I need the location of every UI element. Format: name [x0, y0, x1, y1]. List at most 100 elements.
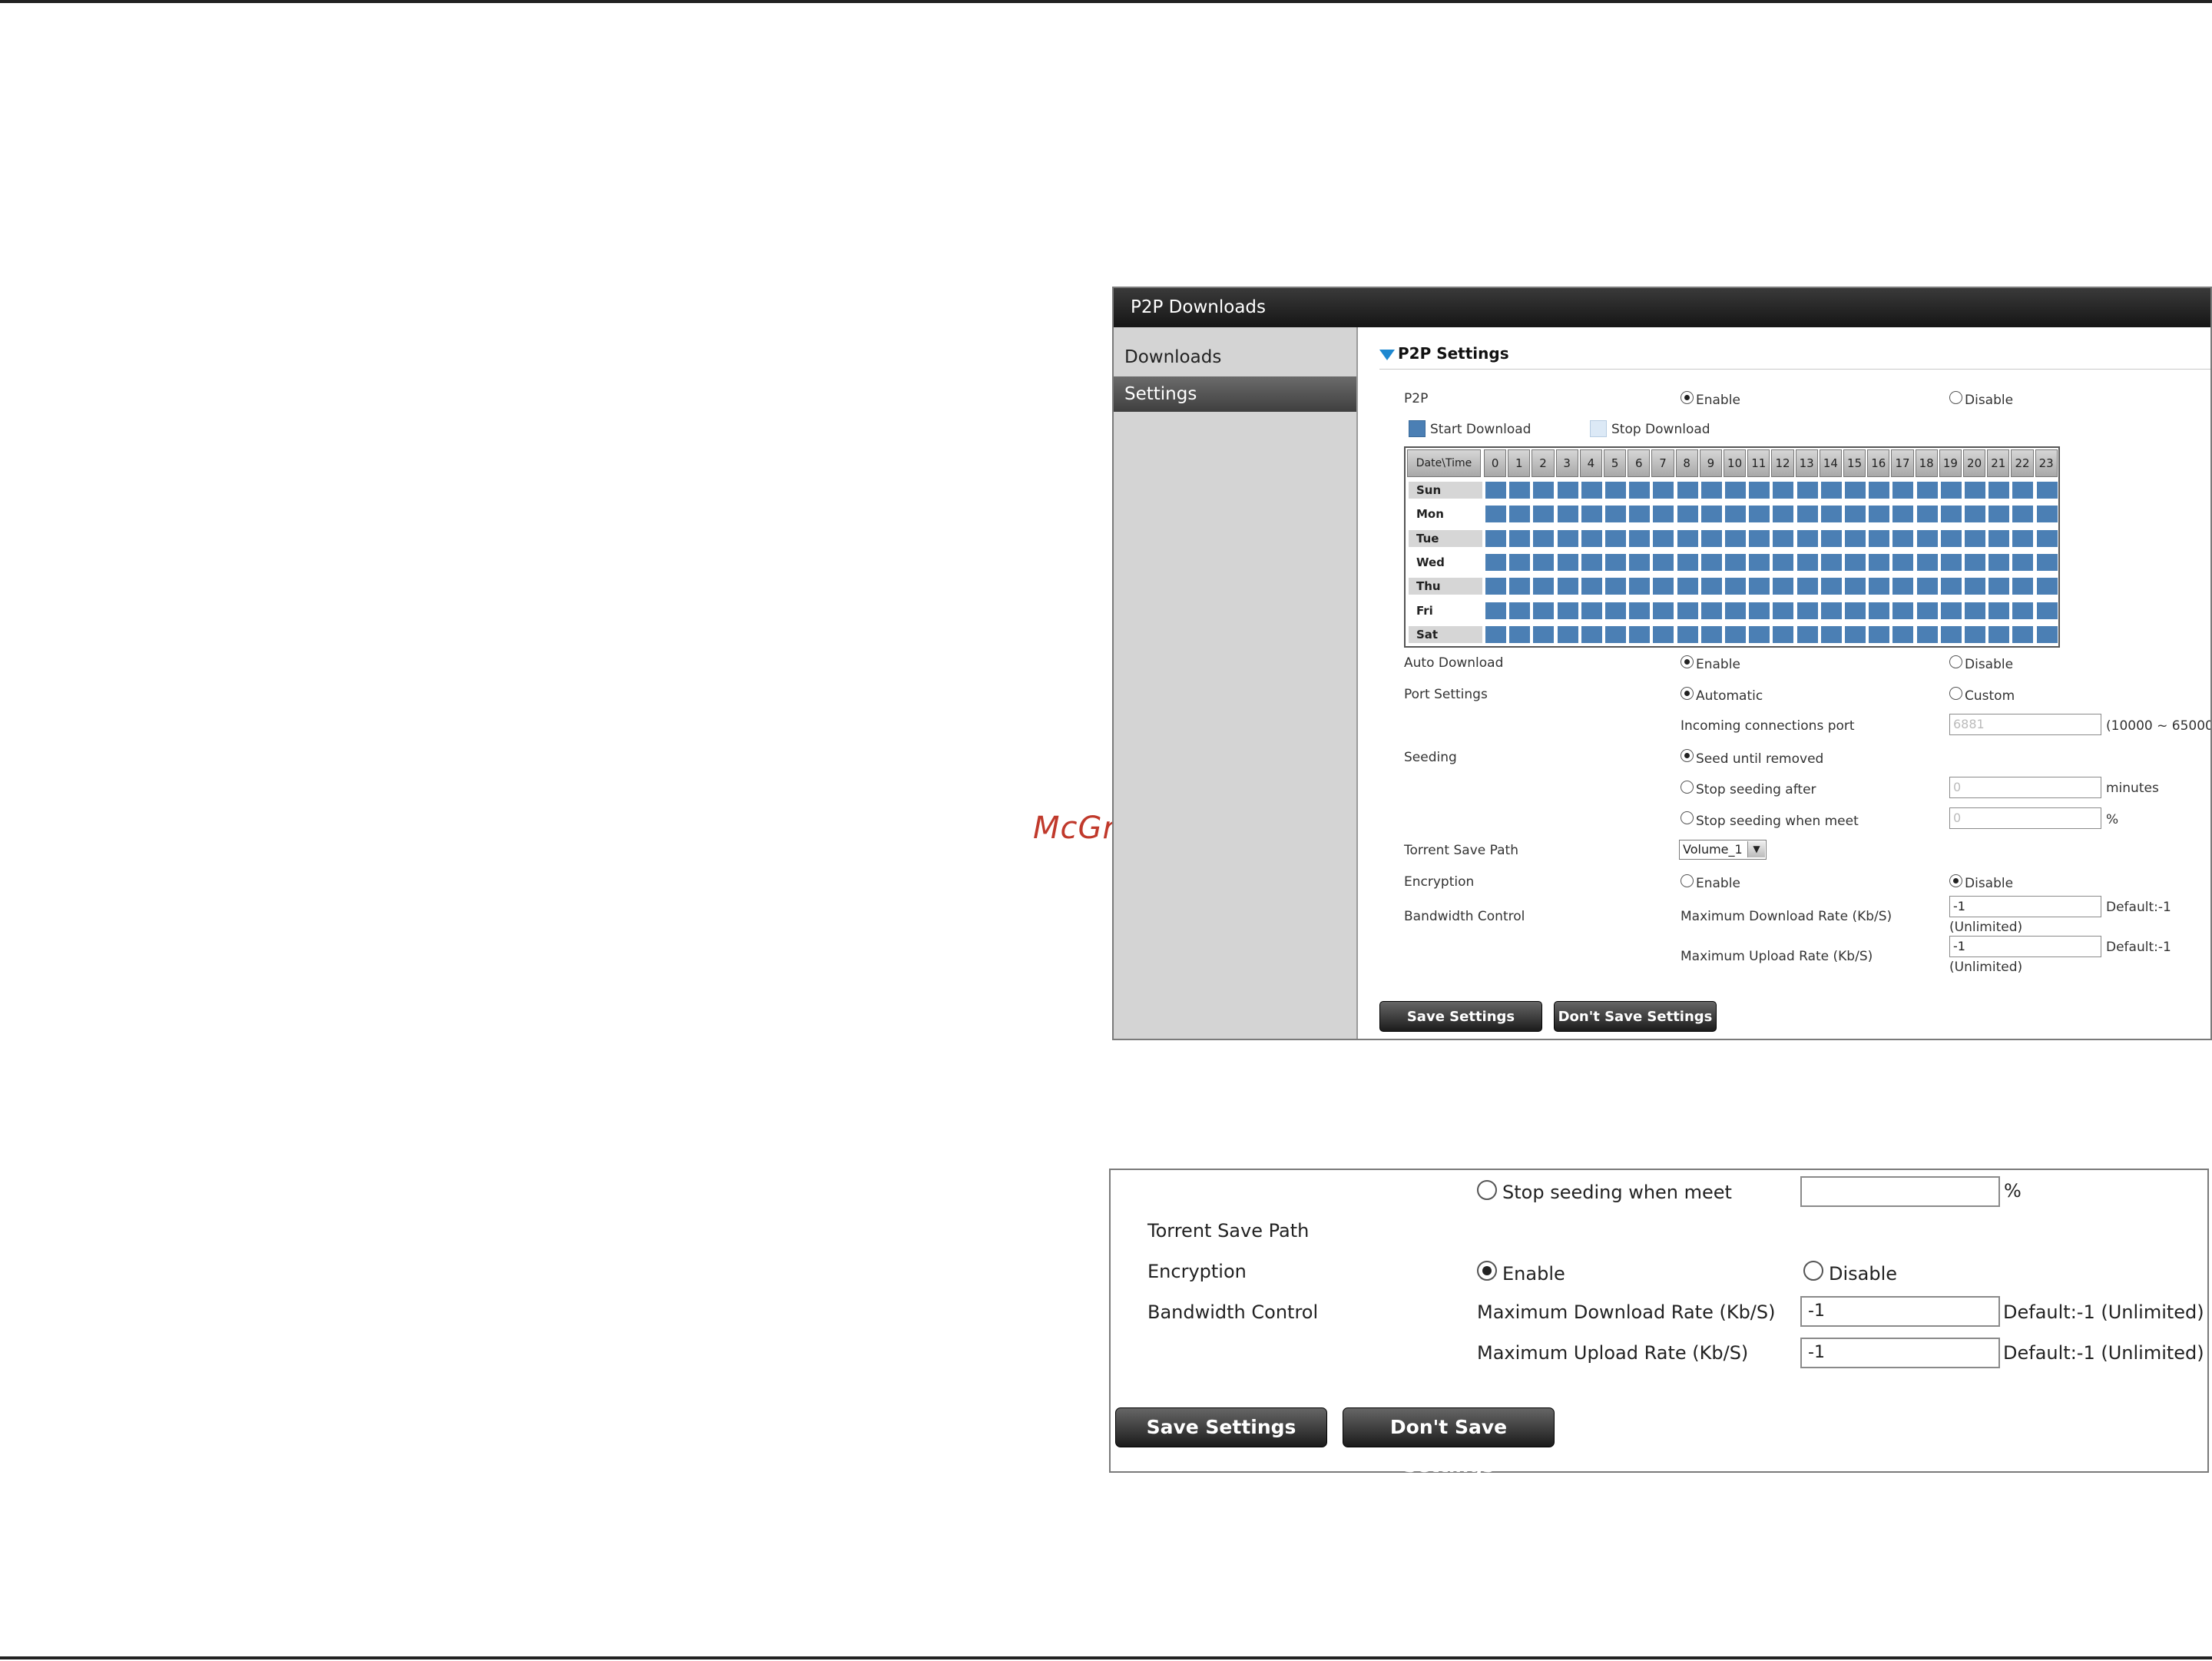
schedule-cell[interactable]: [1892, 602, 1914, 619]
schedule-cell[interactable]: [1557, 482, 1578, 499]
schedule-cell[interactable]: [2012, 625, 2034, 643]
schedule-cell[interactable]: [1965, 625, 1985, 643]
schedule-cell[interactable]: [1557, 506, 1578, 523]
schedule-cell[interactable]: [1581, 529, 1602, 547]
schedule-cell[interactable]: [1557, 529, 1578, 547]
save-settings-button[interactable]: Save Settings: [1379, 1001, 1542, 1032]
zoom-stop-seeding-meet-radio[interactable]: [1477, 1180, 1497, 1200]
schedule-cell[interactable]: [1677, 506, 1698, 523]
schedule-cell[interactable]: [1557, 553, 1578, 571]
schedule-cell[interactable]: [1773, 602, 1794, 619]
hour-header-4[interactable]: 4: [1579, 449, 1602, 477]
schedule-cell[interactable]: [2012, 529, 2034, 547]
schedule-cell[interactable]: [1677, 625, 1698, 643]
schedule-cell[interactable]: [1629, 506, 1651, 523]
schedule-cell[interactable]: [1892, 625, 1914, 643]
schedule-cell[interactable]: [1940, 578, 1962, 595]
schedule-cell[interactable]: [1605, 553, 1626, 571]
hour-header-16[interactable]: 16: [1867, 449, 1890, 477]
schedule-cell[interactable]: [1796, 482, 1818, 499]
schedule-cell[interactable]: [1892, 506, 1914, 523]
day-label-thu[interactable]: Thu: [1409, 578, 1482, 595]
schedule-cell[interactable]: [1533, 625, 1555, 643]
schedule-cell[interactable]: [2012, 602, 2034, 619]
schedule-cell[interactable]: [1796, 529, 1818, 547]
schedule-cell[interactable]: [2012, 506, 2034, 523]
schedule-cell[interactable]: [1869, 529, 1890, 547]
seed-until-removed-radio[interactable]: [1681, 749, 1694, 762]
schedule-cell[interactable]: [1653, 553, 1674, 571]
schedule-cell[interactable]: [1820, 625, 1842, 643]
schedule-cell[interactable]: [1581, 625, 1602, 643]
schedule-cell[interactable]: [1773, 625, 1794, 643]
schedule-cell[interactable]: [2036, 625, 2058, 643]
schedule-cell[interactable]: [1485, 578, 1506, 595]
schedule-cell[interactable]: [1773, 506, 1794, 523]
schedule-cell[interactable]: [1749, 482, 1770, 499]
schedule-cell[interactable]: [1796, 506, 1818, 523]
schedule-cell[interactable]: [1485, 625, 1506, 643]
schedule-cell[interactable]: [1629, 602, 1651, 619]
zoom-encryption-enable-radio[interactable]: [1477, 1261, 1497, 1281]
schedule-cell[interactable]: [1892, 553, 1914, 571]
port-custom-radio[interactable]: [1949, 687, 1962, 700]
p2p-enable-radio[interactable]: [1681, 391, 1694, 404]
schedule-cell[interactable]: [1581, 578, 1602, 595]
schedule-cell[interactable]: [1581, 602, 1602, 619]
hour-header-10[interactable]: 10: [1724, 449, 1747, 477]
schedule-cell[interactable]: [2036, 602, 2058, 619]
hour-header-9[interactable]: 9: [1699, 449, 1722, 477]
zoom-save-settings-button[interactable]: Save Settings: [1115, 1407, 1327, 1447]
port-automatic-radio[interactable]: [1681, 687, 1694, 700]
sidebar-item-settings[interactable]: Settings: [1114, 376, 1356, 412]
stop-seeding-after-radio[interactable]: [1681, 781, 1694, 794]
schedule-cell[interactable]: [2012, 553, 2034, 571]
schedule-cell[interactable]: [2036, 578, 2058, 595]
schedule-cell[interactable]: [1485, 553, 1506, 571]
day-label-wed[interactable]: Wed: [1409, 554, 1482, 571]
schedule-cell[interactable]: [1533, 602, 1555, 619]
schedule-cell[interactable]: [1700, 529, 1722, 547]
schedule-cell[interactable]: [1749, 602, 1770, 619]
schedule-cell[interactable]: [1677, 482, 1698, 499]
schedule-cell[interactable]: [1892, 482, 1914, 499]
schedule-cell[interactable]: [1605, 529, 1626, 547]
schedule-cell[interactable]: [1988, 578, 2010, 595]
schedule-cell[interactable]: [1677, 529, 1698, 547]
sidebar-item-downloads[interactable]: Downloads: [1114, 340, 1356, 375]
schedule-cell[interactable]: [1509, 529, 1531, 547]
schedule-cell[interactable]: [1845, 578, 1866, 595]
schedule-cell[interactable]: [1965, 602, 1985, 619]
schedule-cell[interactable]: [1485, 482, 1506, 499]
zoom-stop-seeding-meet-input[interactable]: [1800, 1176, 2000, 1207]
hour-header-18[interactable]: 18: [1915, 449, 1938, 477]
schedule-cell[interactable]: [1820, 482, 1842, 499]
schedule-cell[interactable]: [1845, 482, 1866, 499]
zoom-encryption-disable-radio[interactable]: [1803, 1261, 1823, 1281]
hour-header-13[interactable]: 13: [1795, 449, 1818, 477]
schedule-cell[interactable]: [1940, 482, 1962, 499]
schedule-cell[interactable]: [1869, 482, 1890, 499]
hour-header-1[interactable]: 1: [1508, 449, 1531, 477]
schedule-cell[interactable]: [1773, 482, 1794, 499]
max-download-rate-input[interactable]: -1: [1949, 896, 2101, 917]
hour-header-21[interactable]: 21: [1987, 449, 2010, 477]
schedule-cell[interactable]: [1845, 506, 1866, 523]
schedule-cell[interactable]: [1869, 602, 1890, 619]
schedule-cell[interactable]: [1916, 625, 1938, 643]
schedule-cell[interactable]: [1940, 625, 1962, 643]
schedule-cell[interactable]: [1653, 506, 1674, 523]
schedule-cell[interactable]: [1916, 578, 1938, 595]
schedule-cell[interactable]: [2036, 529, 2058, 547]
schedule-cell[interactable]: [1700, 506, 1722, 523]
schedule-cell[interactable]: [1796, 625, 1818, 643]
schedule-cell[interactable]: [1940, 506, 1962, 523]
schedule-cell[interactable]: [1845, 625, 1866, 643]
day-label-sun[interactable]: Sun: [1409, 482, 1482, 499]
schedule-cell[interactable]: [1725, 625, 1746, 643]
schedule-cell[interactable]: [1629, 578, 1651, 595]
schedule-cell[interactable]: [1557, 602, 1578, 619]
schedule-cell[interactable]: [1749, 529, 1770, 547]
schedule-cell[interactable]: [1581, 553, 1602, 571]
schedule-cell[interactable]: [1940, 529, 1962, 547]
